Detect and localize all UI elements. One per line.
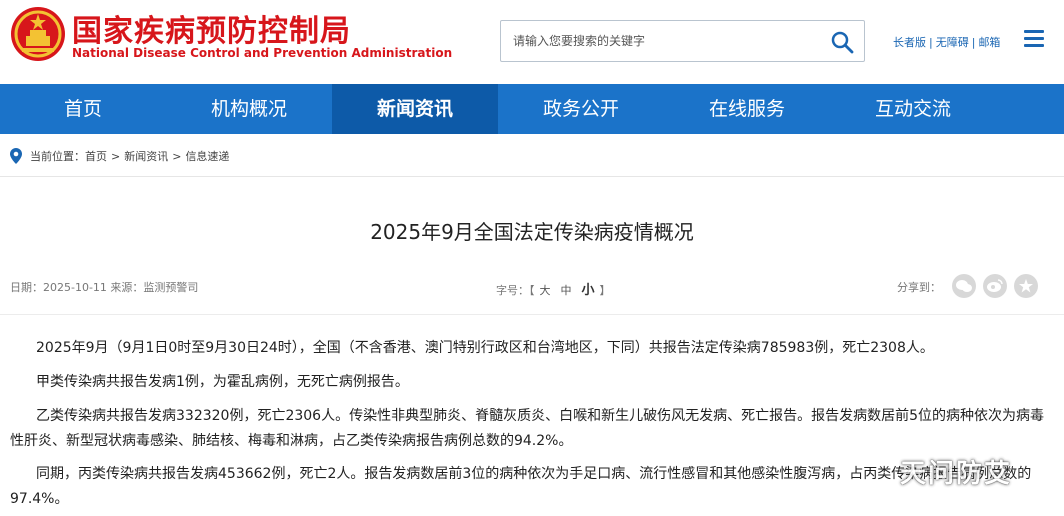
- breadcrumb: 当前位置： 首页 > 新闻资讯 > 信息速递: [10, 146, 229, 166]
- location-pin-icon: [10, 148, 22, 164]
- divider: [0, 176, 1064, 177]
- font-size-label: 字号：: [496, 284, 529, 297]
- accessibility-link[interactable]: 无障碍: [936, 36, 969, 49]
- site-header: 国家疾病预防控制局 National Disease Control and P…: [0, 0, 1064, 84]
- breadcrumb-info-express[interactable]: 信息速递: [185, 148, 229, 164]
- bracket-open: 【: [529, 284, 535, 297]
- breadcrumb-label: 当前位置：: [30, 150, 85, 163]
- weibo-icon[interactable]: [983, 274, 1007, 298]
- bracket-close: 】: [599, 284, 611, 297]
- main-nav: 首页 机构概况 新闻资讯 政务公开 在线服务 互动交流: [0, 84, 1064, 134]
- site-logo-title[interactable]: 国家疾病预防控制局: [72, 6, 351, 50]
- mailbox-link[interactable]: 邮箱: [978, 36, 1000, 49]
- share-label: 分享到：: [897, 281, 941, 294]
- breadcrumb-separator: >: [111, 149, 121, 163]
- search-input[interactable]: [501, 21, 821, 61]
- link-separator: |: [929, 36, 933, 49]
- watermark: 天问防艾: [900, 459, 1013, 489]
- hamburger-menu-icon[interactable]: [1024, 30, 1044, 48]
- nav-item-government-affairs[interactable]: 政务公开: [498, 84, 664, 134]
- article-meta: 日期：2025-10-11 来源：监测预警司: [10, 281, 199, 294]
- font-size-small[interactable]: 小: [582, 283, 595, 298]
- search-box: [500, 20, 865, 62]
- nav-item-home[interactable]: 首页: [0, 84, 166, 134]
- nav-item-online-services[interactable]: 在线服务: [664, 84, 830, 134]
- star-icon[interactable]: [1014, 274, 1038, 298]
- font-size-medium[interactable]: 中: [561, 284, 572, 297]
- font-size-selector: 字号：【大中小】: [496, 279, 611, 298]
- national-emblem-icon: [11, 7, 65, 61]
- breadcrumb-separator: >: [172, 149, 182, 163]
- article-paragraph: 乙类传染病共报告发病332320例，死亡2306人。传染性非典型肺炎、脊髓灰质炎…: [10, 408, 1044, 449]
- article-paragraph: 甲类传染病共报告发病1例，为霍乱病例，无死亡病例报告。: [36, 374, 409, 390]
- site-logo-subtitle[interactable]: National Disease Control and Prevention …: [72, 46, 452, 60]
- search-icon[interactable]: [830, 30, 854, 54]
- breadcrumb-home[interactable]: 首页: [85, 148, 107, 164]
- divider: [0, 314, 1064, 315]
- nav-item-interaction[interactable]: 互动交流: [830, 84, 996, 134]
- elder-mode-link[interactable]: 长者版: [893, 36, 926, 49]
- top-links: 长者版 | 无障碍 | 邮箱: [893, 34, 1000, 50]
- font-size-large[interactable]: 大: [540, 284, 551, 297]
- wechat-icon[interactable]: [952, 274, 976, 298]
- nav-item-news[interactable]: 新闻资讯: [332, 84, 498, 134]
- share-buttons: [952, 274, 1045, 298]
- article-paragraph: 2025年9月（9月1日0时至9月30日24时），全国（不含香港、澳门特别行政区…: [36, 340, 934, 356]
- link-separator: |: [971, 36, 976, 49]
- breadcrumb-news[interactable]: 新闻资讯: [124, 148, 168, 164]
- page-title: 2025年9月全国法定传染病疫情概况: [370, 220, 694, 244]
- nav-item-about[interactable]: 机构概况: [166, 84, 332, 134]
